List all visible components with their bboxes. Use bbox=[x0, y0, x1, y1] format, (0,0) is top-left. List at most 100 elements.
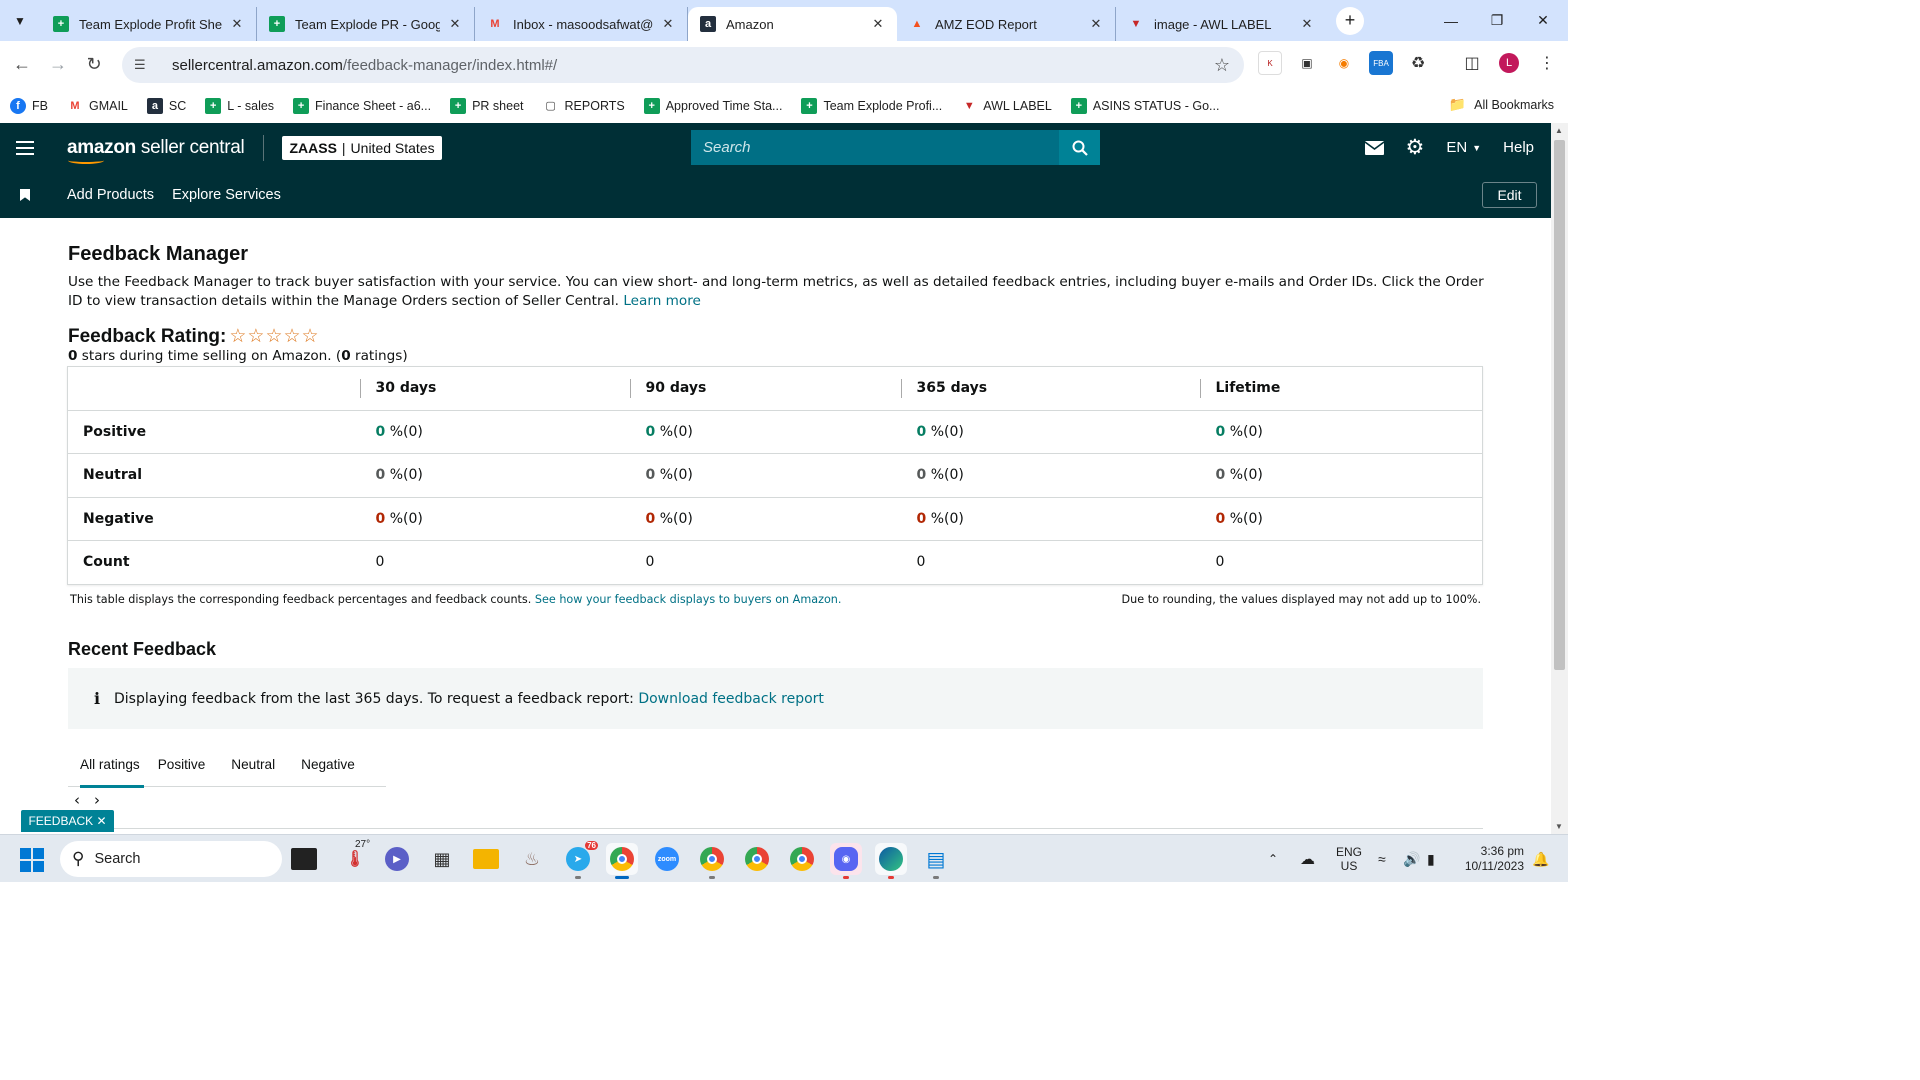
onedrive-cloud-icon[interactable]: ☁ bbox=[1300, 835, 1315, 883]
explore-services-link[interactable]: Explore Services bbox=[172, 187, 281, 203]
calculator-icon[interactable]: ▦ bbox=[426, 843, 458, 875]
search-input[interactable]: Search bbox=[691, 130, 1059, 165]
page-scrollbar[interactable]: ▲ ▼ bbox=[1551, 123, 1568, 834]
learn-more-link[interactable]: Learn more bbox=[623, 293, 701, 309]
close-tab-icon[interactable]: ✕ bbox=[659, 16, 677, 32]
app-icon[interactable]: ♨ bbox=[516, 843, 548, 875]
gmail-icon: M bbox=[490, 18, 500, 30]
extension-camera-icon[interactable]: ▣ bbox=[1295, 51, 1319, 75]
extension-keepa-icon[interactable]: K bbox=[1258, 51, 1282, 75]
extension-orange-icon[interactable]: ◉ bbox=[1332, 51, 1356, 75]
bookmark-item[interactable]: f FB bbox=[10, 97, 48, 114]
bookmark-item[interactable]: ▢ REPORTS bbox=[543, 98, 624, 114]
browser-tab[interactable]: + Team Explode Profit Sheet ✕ bbox=[41, 7, 257, 41]
feedback-button[interactable]: FEEDBACK ✕ bbox=[21, 810, 114, 832]
account-switcher[interactable]: ZAASS | United States bbox=[282, 135, 442, 160]
task-view-icon[interactable] bbox=[291, 848, 317, 870]
add-products-link[interactable]: Add Products bbox=[67, 187, 154, 203]
bookmark-item[interactable]: + PR sheet bbox=[450, 97, 524, 114]
mail-icon[interactable] bbox=[1364, 140, 1384, 155]
extensions-puzzle-icon[interactable]: ♻ bbox=[1406, 51, 1430, 75]
bookmark-item[interactable]: + ASINS STATUS - Go... bbox=[1070, 97, 1219, 114]
site-info-icon[interactable]: ☰ bbox=[134, 57, 158, 73]
bookmark-item[interactable]: + Team Explode Profi... bbox=[801, 97, 942, 114]
bookmark-item[interactable]: + Approved Time Sta... bbox=[643, 97, 782, 114]
close-tab-icon[interactable]: ✕ bbox=[228, 16, 246, 32]
bookmark-item[interactable]: ▼ AWL LABEL bbox=[961, 98, 1052, 114]
settings-gear-icon[interactable]: ⚙ bbox=[1406, 135, 1425, 160]
address-bar[interactable]: ☰ sellercentral.amazon.com/feedback-mana… bbox=[122, 47, 1244, 83]
clock[interactable]: 3:36 pm 10/11/2023 bbox=[1458, 835, 1524, 883]
wifi-icon[interactable]: ≈ bbox=[1378, 835, 1386, 883]
show-hidden-icons[interactable]: ⌃ bbox=[1268, 835, 1278, 883]
header-divider bbox=[263, 134, 265, 161]
scroll-thumb[interactable] bbox=[1554, 140, 1565, 670]
browser-tab[interactable]: a Amazon ✕ bbox=[688, 7, 897, 41]
zoom-icon[interactable]: zoom bbox=[651, 843, 683, 875]
close-window-icon[interactable]: ✕ bbox=[1520, 0, 1566, 41]
close-tab-icon[interactable]: ✕ bbox=[869, 16, 887, 32]
chevron-right-icon[interactable]: › bbox=[94, 791, 100, 809]
reload-icon[interactable]: ↻ bbox=[76, 47, 112, 83]
bookmark-icon[interactable] bbox=[20, 189, 30, 201]
tab-search-chevron-icon[interactable]: ▼ bbox=[7, 8, 33, 34]
restore-icon[interactable]: ❐ bbox=[1474, 0, 1520, 41]
seller-central-logo[interactable]: amazon seller central bbox=[67, 137, 245, 164]
telegram-icon[interactable]: ➤ 76 bbox=[562, 841, 598, 879]
browser-tab[interactable]: + Team Explode PR - Google ✕ bbox=[257, 7, 475, 41]
bookmark-item[interactable]: a SC bbox=[146, 97, 186, 114]
notepad-icon[interactable]: ▤ bbox=[920, 843, 952, 879]
back-icon[interactable]: ← bbox=[4, 47, 40, 83]
search-button[interactable] bbox=[1059, 130, 1100, 165]
forward-icon[interactable]: → bbox=[40, 47, 76, 83]
bookmark-item[interactable]: + L - sales bbox=[205, 97, 274, 114]
battery-icon[interactable]: ▮ bbox=[1427, 835, 1435, 883]
menu-hamburger-icon[interactable] bbox=[16, 140, 34, 155]
help-link[interactable]: Help bbox=[1503, 139, 1534, 156]
taskbar-search-label: Search bbox=[94, 851, 141, 867]
download-feedback-report-link[interactable]: Download feedback report bbox=[638, 691, 824, 707]
file-explorer-icon[interactable] bbox=[470, 843, 502, 875]
windows-start-icon[interactable] bbox=[20, 848, 44, 872]
taskbar-search[interactable]: ⚲ Search bbox=[60, 841, 282, 877]
bookmark-item[interactable]: + Finance Sheet - a6... bbox=[293, 97, 431, 114]
minimize-icon[interactable]: — bbox=[1428, 0, 1474, 41]
close-tab-icon[interactable]: ✕ bbox=[1087, 16, 1105, 32]
profile-avatar[interactable]: L bbox=[1499, 53, 1519, 73]
close-tab-icon[interactable]: ✕ bbox=[1298, 16, 1316, 32]
bookmark-item[interactable]: M GMAIL bbox=[67, 98, 128, 114]
language-selector[interactable]: EN ▼ bbox=[1446, 139, 1481, 156]
new-tab-button[interactable]: + bbox=[1336, 6, 1364, 35]
browser-tab[interactable]: ▼ image - AWL LABEL ✕ bbox=[1116, 7, 1326, 41]
filter-tab-negative[interactable]: Negative bbox=[289, 743, 367, 787]
filter-tab-all-ratings[interactable]: All ratings bbox=[68, 743, 144, 788]
chrome-profile-icon[interactable] bbox=[696, 843, 728, 879]
extension-fba-icon[interactable]: FBA bbox=[1369, 51, 1393, 75]
browser-tab[interactable]: M Inbox - masoodsafwat@gm ✕ bbox=[475, 7, 688, 41]
side-panel-icon[interactable]: ◫ bbox=[1460, 51, 1484, 75]
meet-icon[interactable]: ▶ bbox=[381, 843, 413, 875]
discord-icon[interactable]: ◉ bbox=[830, 843, 862, 879]
chrome-profile-icon[interactable] bbox=[741, 843, 773, 875]
notification-bell-icon[interactable]: 🔔 bbox=[1532, 835, 1549, 883]
filter-tab-neutral[interactable]: Neutral bbox=[219, 743, 287, 787]
language-indicator[interactable]: ENG US bbox=[1336, 835, 1362, 883]
weather-icon[interactable]: 27° 🌡 bbox=[339, 839, 371, 875]
cell-value: 0 bbox=[1215, 423, 1226, 440]
scroll-down-icon[interactable]: ▼ bbox=[1555, 822, 1563, 831]
all-bookmarks[interactable]: 📁 All Bookmarks bbox=[1449, 96, 1554, 113]
chevron-left-icon[interactable]: ‹ bbox=[74, 791, 80, 809]
more-menu-icon[interactable]: ⋮ bbox=[1535, 51, 1559, 75]
sheets-icon: + bbox=[643, 97, 660, 114]
close-tab-icon[interactable]: ✕ bbox=[446, 16, 464, 32]
browser-tab[interactable]: ▲ AMZ EOD Report ✕ bbox=[897, 7, 1116, 41]
edit-button[interactable]: Edit bbox=[1482, 182, 1537, 208]
chrome-icon[interactable] bbox=[606, 843, 638, 879]
feedback-display-link[interactable]: See how your feedback displays to buyers… bbox=[535, 593, 842, 606]
volume-icon[interactable]: 🔊 bbox=[1403, 835, 1420, 883]
bookmark-star-icon[interactable]: ☆ bbox=[1214, 55, 1230, 76]
filter-tab-positive[interactable]: Positive bbox=[146, 743, 218, 787]
chrome-profile-icon[interactable] bbox=[786, 843, 818, 875]
scroll-up-icon[interactable]: ▲ bbox=[1555, 126, 1563, 135]
edge-icon[interactable] bbox=[875, 843, 907, 879]
